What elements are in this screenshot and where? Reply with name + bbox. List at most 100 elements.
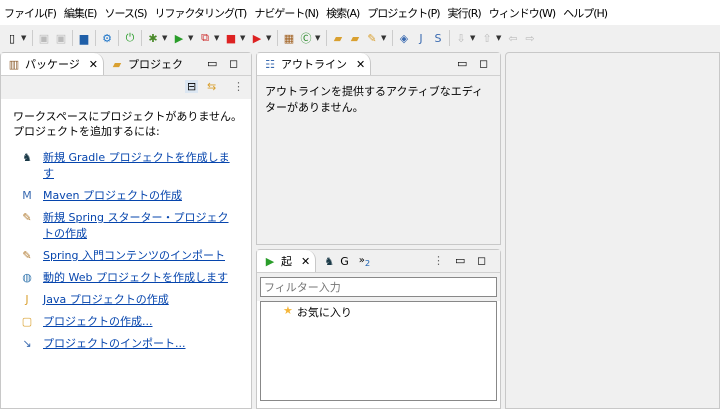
action-link[interactable]: 動的 Web プロジェクトを作成します: [43, 269, 228, 285]
gradle-icon: ♞: [324, 254, 335, 268]
run-icon[interactable]: ▶: [171, 30, 187, 46]
tab-outline[interactable]: ☷ アウトライン ✕: [257, 53, 372, 75]
run-icon: ▶: [265, 254, 275, 268]
list-item: ✎ Spring 入門コンテンツのインポート: [19, 247, 231, 263]
action-link[interactable]: 新規 Gradle プロジェクトを作成します: [43, 149, 231, 181]
minimize-icon[interactable]: ▭: [457, 57, 467, 70]
maven-icon: M: [22, 188, 32, 202]
minimize-icon[interactable]: ▭: [207, 57, 217, 70]
overflow-count: 2: [364, 257, 371, 268]
new-package-icon[interactable]: ▦: [281, 30, 297, 46]
forward-icon[interactable]: ⇨: [522, 30, 538, 46]
server-icon[interactable]: ▶: [249, 30, 265, 46]
tab-gradle[interactable]: ♞ G: [316, 250, 354, 272]
separator: [118, 30, 119, 46]
filter-input[interactable]: [260, 277, 497, 297]
menu-item[interactable]: プロジェクト(P): [367, 5, 440, 21]
main-toolbar: ▯ ▼ ▣ ▣ ▆ ⚙ ⏻ ✱ ▼ ▶ ▼ ⧉ ▼ ■ ▼ ▶ ▼ ▦ Ⓒ ▼ ▰ ▰ ✎ ▼ …: [0, 26, 720, 50]
open-type-icon[interactable]: ▰: [330, 30, 346, 46]
action-link[interactable]: 新規 Spring スターター・プロジェクトの作成: [43, 209, 231, 241]
stop-icon[interactable]: ■: [223, 30, 239, 46]
back-icon[interactable]: ⇦: [505, 30, 521, 46]
action-link[interactable]: プロジェクトのインポート...: [43, 335, 186, 351]
empty-message: ワークスペースにプロジェクトがありません。 プロジェクトを追加するには:: [1, 99, 251, 139]
action-link[interactable]: Java プロジェクトの作成: [43, 291, 169, 307]
close-icon[interactable]: ✕: [301, 255, 310, 268]
menu-item[interactable]: 検索(A): [326, 5, 360, 21]
maximize-icon[interactable]: ◻: [477, 254, 486, 267]
boot-dashboard-panel: ▶ 起 ✕ ♞ G »2 ⋮ ▭ ◻ ★ お気に入り: [256, 249, 501, 409]
new-class-icon[interactable]: Ⓒ: [298, 30, 314, 46]
dropdown-icon[interactable]: ▼: [266, 34, 274, 42]
dropdown-icon[interactable]: ▼: [381, 34, 389, 42]
tab-boot-dashboard[interactable]: ▶ 起 ✕: [257, 250, 317, 272]
package-explorer-panel: ▥ パッケージ ✕ ▰ プロジェク ▭ ◻ ⊟ ⇆ ⋮ ワークスペースにプロジェ…: [0, 52, 252, 409]
tree-item-favorites[interactable]: お気に入り: [297, 304, 352, 320]
action-link[interactable]: プロジェクトの作成...: [43, 313, 153, 329]
maximize-icon[interactable]: ◻: [229, 57, 238, 70]
debug-icon[interactable]: ✱: [145, 30, 161, 46]
menu-item[interactable]: ソース(S): [104, 5, 147, 21]
tab-label: G: [340, 254, 349, 268]
close-icon[interactable]: ✕: [89, 58, 98, 71]
search-icon[interactable]: ✎: [364, 30, 380, 46]
menu-item[interactable]: 実行(R): [448, 5, 482, 21]
new-spring-icon[interactable]: S: [430, 30, 446, 46]
menu-item[interactable]: ナビゲート(N): [254, 5, 319, 21]
dropdown-icon[interactable]: ▼: [21, 34, 29, 42]
open-task-icon[interactable]: ▰: [347, 30, 363, 46]
tab-project-explorer[interactable]: ▰ プロジェク: [104, 53, 188, 75]
outline-message: アウトラインを提供するアクティブなエディターがありません。: [257, 76, 500, 124]
new-java-icon[interactable]: J: [413, 30, 429, 46]
outline-panel: ☷ アウトライン ✕ ▭ ◻ アウトラインを提供するアクティブなエディターがあり…: [256, 52, 501, 245]
close-icon[interactable]: ✕: [356, 58, 365, 71]
tab-label: パッケージ: [25, 58, 80, 71]
minimize-icon[interactable]: ▭: [455, 254, 465, 267]
collapse-all-icon[interactable]: ⊟: [185, 80, 199, 93]
run-external-icon[interactable]: ⧉: [197, 30, 213, 46]
tab-package-explorer[interactable]: ▥ パッケージ ✕: [1, 53, 104, 75]
project-icon: ▰: [112, 57, 122, 71]
settings-icon[interactable]: ⚙: [99, 30, 115, 46]
star-icon: ★: [283, 304, 293, 317]
dropdown-icon[interactable]: ▼: [496, 34, 504, 42]
save-icon[interactable]: ▣: [36, 30, 52, 46]
separator: [95, 30, 96, 46]
dropdown-icon[interactable]: ▼: [470, 34, 478, 42]
spring-boot-icon[interactable]: ⏻: [122, 30, 138, 46]
new-file-icon[interactable]: ◈: [396, 30, 412, 46]
link-list: ♞ 新規 Gradle プロジェクトを作成します M Maven プロジェクトの作成 ✎…: [1, 149, 251, 351]
link-with-editor-icon[interactable]: ⇆: [207, 80, 216, 93]
java-project-icon: J: [25, 292, 29, 306]
dropdown-icon[interactable]: ▼: [162, 34, 170, 42]
tab-label: 起: [281, 255, 292, 268]
separator: [277, 30, 278, 46]
prev-annotation-icon[interactable]: ⇧: [479, 30, 495, 46]
menu-bar: ファイル(F) 編集(E) ソース(S) リファクタリング(T) ナビゲート(N) 検索(…: [0, 0, 720, 25]
separator: [449, 30, 450, 46]
menu-item[interactable]: ファイル(F): [4, 5, 57, 21]
action-link[interactable]: Maven プロジェクトの作成: [43, 187, 182, 203]
dropdown-icon[interactable]: ▼: [188, 34, 196, 42]
tab-overflow[interactable]: »2: [354, 250, 375, 272]
menu-item[interactable]: 編集(E): [64, 5, 98, 21]
dropdown-icon[interactable]: ▼: [214, 34, 222, 42]
view-menu-icon[interactable]: ⋮: [433, 254, 444, 267]
menu-item[interactable]: リファクタリング(T): [154, 5, 247, 21]
action-link[interactable]: Spring 入門コンテンツのインポート: [43, 247, 225, 263]
new-project-icon: ▢: [21, 314, 33, 328]
tab-bar: ▥ パッケージ ✕ ▰ プロジェク ▭ ◻: [1, 53, 251, 76]
menu-item[interactable]: ウィンドウ(W): [489, 5, 556, 21]
new-icon[interactable]: ▯: [4, 30, 20, 46]
dropdown-icon[interactable]: ▼: [240, 34, 248, 42]
maximize-icon[interactable]: ◻: [479, 57, 488, 70]
dropdown-icon[interactable]: ▼: [315, 34, 323, 42]
next-annotation-icon[interactable]: ⇩: [453, 30, 469, 46]
filter-area: [257, 273, 500, 301]
message-text: ワークスペースにプロジェクトがありません。: [13, 110, 243, 123]
web-icon: ◍: [22, 270, 32, 284]
menu-item[interactable]: ヘルプ(H): [563, 5, 608, 21]
save-all-icon[interactable]: ▣: [53, 30, 69, 46]
view-menu-icon[interactable]: ⋮: [233, 80, 244, 93]
terminal-icon[interactable]: ▆: [76, 30, 92, 46]
